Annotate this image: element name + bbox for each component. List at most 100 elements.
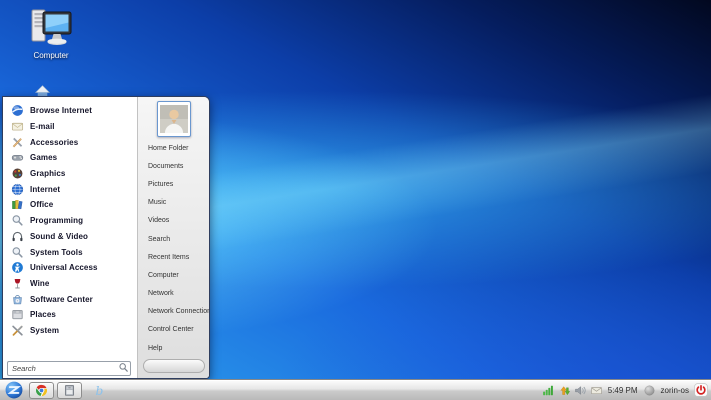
- place-item[interactable]: Search: [138, 230, 209, 248]
- place-item[interactable]: Home Folder: [138, 139, 209, 157]
- menu-item-label: Places: [30, 310, 56, 319]
- menu-item-label: Internet: [30, 185, 60, 194]
- menu-item[interactable]: Universal Access: [8, 260, 135, 276]
- menu-item-label: Graphics: [30, 169, 65, 178]
- menu-search: [7, 358, 131, 373]
- place-item[interactable]: Help: [138, 339, 209, 357]
- system-tray: 5:49 PM zorin-os: [542, 383, 711, 397]
- computer-desktop-icon[interactable]: Computer: [16, 6, 86, 60]
- start-menu: Browse Internet E-mail Accessories Games…: [2, 96, 210, 379]
- chrome-launcher-button[interactable]: [29, 382, 54, 399]
- zorin-menu-button[interactable]: [2, 381, 26, 400]
- start-menu-places-pane: Home Folder Documents Pictures Music Vid…: [137, 97, 209, 378]
- place-item[interactable]: Music: [138, 194, 209, 212]
- menu-item-icon: [11, 104, 24, 117]
- network-signal-icon[interactable]: [542, 384, 555, 397]
- menu-item-label: Office: [30, 200, 53, 209]
- hostname-label: zorin-os: [659, 386, 691, 395]
- clock[interactable]: 5:49 PM: [606, 386, 640, 395]
- session-button[interactable]: [169, 361, 180, 372]
- taskbar: b 5:49 PM zorin-os: [0, 379, 711, 400]
- start-menu-applications-pane: Browse Internet E-mail Accessories Games…: [3, 97, 137, 378]
- place-item-label: Pictures: [148, 181, 173, 188]
- place-item-label: Home Folder: [148, 145, 188, 152]
- chrome-icon: [35, 384, 48, 397]
- menu-item[interactable]: Browse Internet: [8, 103, 135, 119]
- menu-item[interactable]: Software Center: [8, 291, 135, 307]
- menu-item[interactable]: System: [8, 323, 135, 339]
- user-avatar[interactable]: [157, 101, 191, 137]
- menu-item-label: Games: [30, 153, 57, 162]
- place-item-label: Videos: [148, 217, 169, 224]
- zorin-logo-icon: [5, 381, 23, 399]
- menu-item-icon: [11, 214, 24, 227]
- menu-item[interactable]: System Tools: [8, 244, 135, 260]
- menu-item[interactable]: Accessories: [8, 134, 135, 150]
- menu-item-icon: [11, 151, 24, 164]
- place-item[interactable]: Control Center: [138, 321, 209, 339]
- places-list: Home Folder Documents Pictures Music Vid…: [138, 139, 209, 357]
- menu-item-icon: [11, 230, 24, 243]
- menu-item-icon: [11, 277, 24, 290]
- volume-icon[interactable]: [574, 384, 587, 397]
- power-button-icon[interactable]: [694, 383, 708, 397]
- menu-item-icon: [11, 167, 24, 180]
- menu-item-label: Software Center: [30, 295, 93, 304]
- place-item-label: Control Center: [148, 326, 194, 333]
- menu-item-icon: [11, 136, 24, 149]
- updates-icon[interactable]: [558, 384, 571, 397]
- menu-item[interactable]: Places: [8, 307, 135, 323]
- mail-notification-icon[interactable]: [590, 384, 603, 397]
- menu-item-icon: [11, 293, 24, 306]
- menu-item[interactable]: Wine: [8, 276, 135, 292]
- menu-item[interactable]: Programming: [8, 213, 135, 229]
- place-item-label: Help: [148, 345, 162, 352]
- search-icon: [118, 360, 129, 371]
- file-manager-launcher-button[interactable]: [57, 382, 82, 399]
- menu-item[interactable]: Internet: [8, 181, 135, 197]
- place-item[interactable]: Computer: [138, 266, 209, 284]
- menu-item[interactable]: Office: [8, 197, 135, 213]
- menu-item-label: Accessories: [30, 138, 78, 147]
- place-item-label: Computer: [148, 272, 179, 279]
- menu-item-label: E-mail: [30, 122, 55, 131]
- menu-item[interactable]: Sound & Video: [8, 229, 135, 245]
- place-item-label: Search: [148, 236, 170, 243]
- menu-item[interactable]: E-mail: [8, 119, 135, 135]
- menu-item-label: Browse Internet: [30, 106, 92, 115]
- place-item-label: Network: [148, 290, 174, 297]
- place-item-label: Music: [148, 199, 166, 206]
- place-item-label: Documents: [148, 163, 183, 170]
- menu-item-icon: [11, 120, 24, 133]
- place-item[interactable]: Network Connections: [138, 303, 209, 321]
- session-button[interactable]: [185, 361, 196, 372]
- menu-item-icon: [11, 324, 24, 337]
- place-item[interactable]: Videos: [138, 212, 209, 230]
- menu-item[interactable]: Graphics: [8, 166, 135, 182]
- menu-item-icon: [11, 308, 24, 321]
- menu-item-icon: [11, 183, 24, 196]
- menu-item-icon: [11, 261, 24, 274]
- computer-icon-label: Computer: [16, 51, 86, 60]
- menu-item-label: System Tools: [30, 248, 83, 257]
- svg-text:b: b: [96, 383, 104, 397]
- place-item[interactable]: Documents: [138, 157, 209, 175]
- menu-item-icon: [11, 246, 24, 259]
- place-item[interactable]: Recent Items: [138, 248, 209, 266]
- file-manager-icon: [63, 384, 76, 397]
- place-item-label: Recent Items: [148, 254, 189, 261]
- b-app-icon: b: [92, 383, 106, 398]
- b-app-launcher[interactable]: b: [90, 382, 108, 398]
- application-list: Browse Internet E-mail Accessories Games…: [8, 103, 135, 338]
- menu-item-label: Sound & Video: [30, 232, 88, 241]
- menu-item-label: System: [30, 326, 59, 335]
- menu-item-icon: [11, 198, 24, 211]
- session-button[interactable]: [153, 361, 164, 372]
- place-item[interactable]: Network: [138, 285, 209, 303]
- menu-item-label: Programming: [30, 216, 83, 225]
- computer-icon: [27, 6, 75, 50]
- status-orb-icon[interactable]: [643, 384, 656, 397]
- place-item[interactable]: Pictures: [138, 175, 209, 193]
- menu-item[interactable]: Games: [8, 150, 135, 166]
- search-input[interactable]: [7, 361, 131, 376]
